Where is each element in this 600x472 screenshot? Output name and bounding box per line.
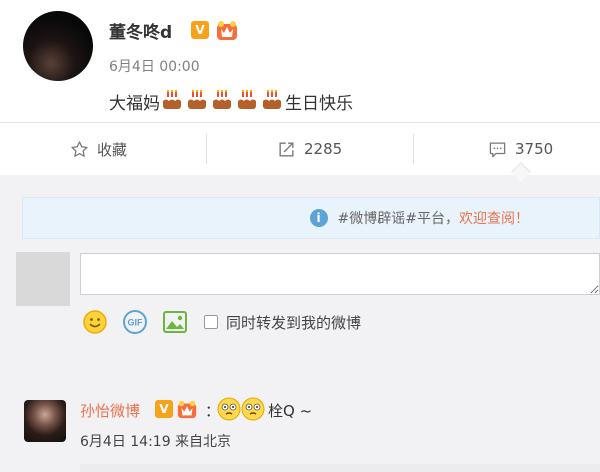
commenter-avatar[interactable] bbox=[24, 400, 66, 442]
comment-icon bbox=[489, 142, 506, 157]
cake-emoji-icon bbox=[263, 89, 281, 109]
awkward-emoji-icon bbox=[241, 397, 265, 421]
repost-checkbox[interactable] bbox=[204, 315, 218, 329]
comment-meta: 6月4日 14:19 来自北京 bbox=[80, 434, 232, 450]
post-text-before: 大福妈 bbox=[109, 94, 160, 114]
author-name[interactable]: 董冬咚d bbox=[109, 18, 172, 43]
author-avatar[interactable] bbox=[23, 11, 93, 81]
cake-emoji-icon bbox=[238, 89, 256, 109]
verified-badge-icon: V bbox=[191, 21, 209, 39]
star-icon bbox=[71, 140, 88, 157]
vip-crown-icon bbox=[217, 21, 237, 40]
comment-input[interactable] bbox=[80, 253, 600, 295]
repost-checkbox-label[interactable]: 同时转发到我的微博 bbox=[226, 312, 361, 333]
action-separator bbox=[206, 134, 207, 164]
vip-crown-icon bbox=[177, 400, 197, 419]
repost-count: 2285 bbox=[304, 140, 343, 158]
awkward-emoji-icon bbox=[217, 397, 241, 421]
favorite-label: 收藏 bbox=[97, 140, 128, 159]
cake-emoji-icon bbox=[163, 89, 181, 109]
svg-text:GIF: GIF bbox=[128, 318, 144, 328]
post-text: 大福妈 生日快乐 bbox=[109, 87, 353, 116]
post-text-after: 生日快乐 bbox=[285, 94, 353, 114]
gif-icon[interactable]: GIF bbox=[122, 309, 148, 335]
info-icon: i bbox=[309, 209, 328, 227]
repost-icon bbox=[279, 141, 294, 157]
post-time[interactable]: 6月4日 00:00 bbox=[109, 56, 200, 76]
action-separator bbox=[413, 134, 414, 164]
notice-text[interactable]: #微博辟谣#平台， bbox=[338, 208, 459, 228]
comment-text: 栓Q ~ bbox=[268, 402, 313, 420]
smile-icon[interactable] bbox=[82, 309, 108, 335]
notice-link[interactable]: 欢迎查阅！ bbox=[459, 208, 529, 228]
favorite-button[interactable]: 收藏 bbox=[70, 123, 127, 175]
image-icon[interactable] bbox=[162, 309, 188, 335]
comment-count: 3750 bbox=[515, 140, 554, 158]
verified-badge-icon: V bbox=[155, 400, 173, 418]
comment-item: 孙怡微博 V ： 栓Q ~ 6月4日 14:19 来自北京 bbox=[0, 388, 600, 472]
cake-emoji-icon bbox=[188, 89, 206, 109]
cake-emoji-group bbox=[160, 87, 285, 116]
cake-emoji-icon bbox=[213, 89, 231, 109]
weibo-post-card: 董冬咚d V 6月4日 00:00 大福妈 生日快乐 bbox=[0, 0, 600, 122]
commenter-name[interactable]: 孙怡微博 bbox=[80, 400, 140, 421]
rumor-notice: i #微博辟谣#平台， 欢迎查阅！ bbox=[22, 197, 600, 239]
comment-sub-panel bbox=[80, 464, 600, 472]
current-user-avatar bbox=[16, 252, 70, 306]
post-actions-bar: 收藏 2285 3750 bbox=[0, 123, 600, 175]
repost-button[interactable]: 2285 bbox=[277, 123, 342, 175]
